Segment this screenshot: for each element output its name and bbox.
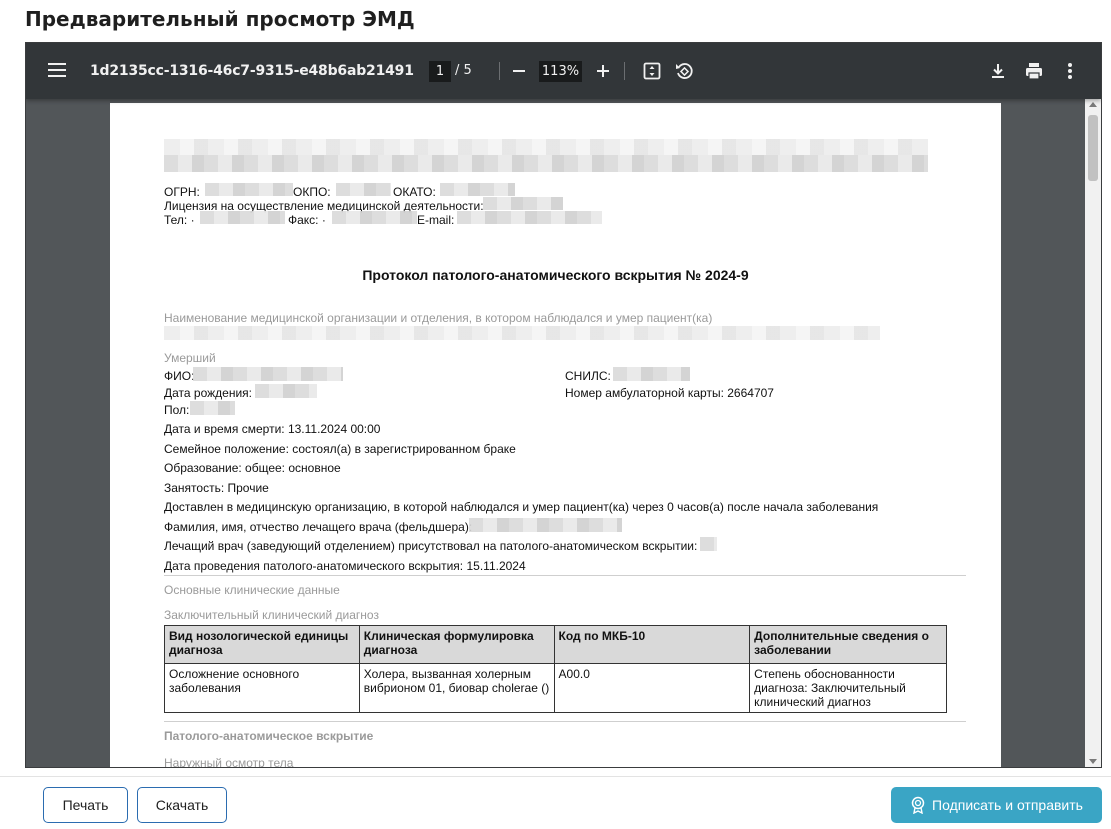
- table-header: Дополнительные сведения о заболевании: [749, 625, 947, 664]
- document-title: Протокол патолого-анатомического вскрыти…: [362, 267, 749, 283]
- download-icon: [992, 64, 1004, 78]
- tel-label: Тел: ·: [164, 213, 195, 227]
- table-row: Осложнение основного заболевания Холера,…: [164, 663, 947, 713]
- document-filename: 1d2135cc-1316-46c7-9315-e48b6ab21491: [90, 63, 414, 79]
- page-count: / 5: [455, 63, 472, 78]
- marital-status: Семейное положение: состоял(а) в зарегис…: [164, 442, 516, 456]
- email-label: E-mail:: [417, 213, 455, 227]
- death-date: Дата и время смерти: 13.11.2024 00:00: [164, 422, 381, 436]
- okato-label: ОКАТО:: [393, 185, 436, 199]
- viewer-toolbar: 1d2135cc-1316-46c7-9315-e48b6ab21491 1 /…: [26, 43, 1101, 99]
- doctor-label: Фамилия, имя, отчество лечащего врача (ф…: [164, 520, 473, 534]
- sign-and-send-button[interactable]: Подписать и отправить: [891, 787, 1102, 823]
- plus-icon: [597, 65, 609, 77]
- table-header: Клиническая формулировка диагноза: [358, 625, 555, 664]
- redacted-org-name: [164, 326, 880, 340]
- delivery-info: Доставлен в медицинскую организацию, в к…: [164, 500, 879, 514]
- download-button[interactable]: [986, 59, 1010, 83]
- autopsy-date: Дата проведения патолого-анатомического …: [164, 559, 526, 573]
- okpo-label: ОКПО:: [293, 185, 331, 199]
- redacted-value: [332, 211, 417, 224]
- redacted-value: [457, 211, 602, 224]
- table-header: Код по МКБ-10: [553, 625, 751, 664]
- sign-and-send-label: Подписать и отправить: [932, 797, 1083, 813]
- scroll-thumb[interactable]: [1088, 115, 1098, 181]
- table-cell: A00.0: [553, 663, 751, 713]
- viewer-scrollbar[interactable]: [1085, 99, 1101, 767]
- table-cell: Степень обоснованности диагноза: Заключи…: [749, 663, 947, 713]
- pdf-viewer[interactable]: 1d2135cc-1316-46c7-9315-e48b6ab21491 1 /…: [25, 42, 1102, 768]
- more-options-button[interactable]: [1058, 59, 1082, 83]
- certificate-badge-icon: [911, 796, 925, 814]
- employment: Занятость: Прочие: [164, 481, 269, 495]
- more-vertical-icon: [1068, 63, 1072, 79]
- page-title: Предварительный просмотр ЭМД: [25, 7, 415, 31]
- toolbar-divider: [624, 62, 625, 80]
- redacted-value: [440, 183, 515, 196]
- redacted-org-name: [164, 139, 928, 155]
- scroll-down-arrow-icon[interactable]: [1089, 759, 1097, 764]
- doctor-present-label: Лечащий врач (заведующий отделением) при…: [164, 539, 698, 553]
- scroll-up-arrow-icon[interactable]: [1089, 102, 1097, 107]
- card-number: Номер амбулаторной карты: 2664707: [565, 386, 774, 400]
- final-diagnosis-label: Заключительный клинический диагноз: [164, 608, 379, 622]
- document-page: ОГРН: ОКПО: ОКАТО: Лицензия на осуществл…: [110, 103, 1001, 768]
- education: Образование: общее: основное: [164, 461, 341, 475]
- dialog-footer: Печать Скачать Подписать и отправить: [0, 776, 1111, 829]
- redacted-org-name: [164, 155, 928, 172]
- fit-page-button[interactable]: [640, 59, 664, 83]
- fit-page-icon: [643, 62, 661, 80]
- deceased-section-label: Умерший: [164, 351, 216, 365]
- zoom-out-button[interactable]: [507, 59, 531, 83]
- org-section-label: Наименование медицинской организации и о…: [164, 311, 713, 325]
- redacted-value: [205, 183, 293, 196]
- table-header-row: Вид нозологической единицы диагноза Клин…: [164, 625, 947, 664]
- print-icon: [1026, 63, 1042, 80]
- table-cell: Осложнение основного заболевания: [164, 663, 360, 713]
- diagnosis-table: Вид нозологической единицы диагноза Клин…: [164, 625, 947, 713]
- redacted-value: [193, 367, 343, 381]
- redacted-value: [190, 401, 235, 415]
- print-button[interactable]: [1022, 59, 1046, 83]
- toolbar-divider: [499, 62, 500, 80]
- table-cell: Холера, вызванная холерным вибрионом 01,…: [358, 663, 555, 713]
- redacted-value: [200, 211, 285, 224]
- section-divider: [164, 575, 966, 576]
- external-exam-label: Наружный осмотр тела: [164, 756, 294, 768]
- fio-label: ФИО:: [164, 369, 195, 383]
- ogrn-label: ОГРН:: [164, 185, 200, 199]
- redacted-value: [336, 183, 391, 196]
- snils-label: СНИЛС:: [565, 369, 611, 383]
- autopsy-section-label: Патолого-анатомическое вскрытие: [164, 729, 374, 743]
- table-header: Вид нозологической единицы диагноза: [164, 625, 360, 664]
- redacted-value: [255, 384, 317, 398]
- redacted-value: [613, 367, 690, 381]
- redacted-value: [469, 518, 622, 532]
- current-page-input[interactable]: 1: [429, 61, 451, 82]
- redacted-value: [483, 197, 563, 210]
- clinical-section-label: Основные клинические данные: [164, 583, 340, 597]
- hamburger-menu-icon[interactable]: [48, 63, 66, 77]
- minus-icon: [513, 70, 525, 72]
- rotate-icon: [676, 63, 693, 79]
- fax-label: Факс: ·: [288, 213, 326, 227]
- zoom-level-input[interactable]: 113%: [539, 61, 582, 82]
- rotate-button[interactable]: [672, 59, 696, 83]
- birth-date-label: Дата рождения:: [164, 386, 252, 400]
- section-divider: [164, 721, 966, 722]
- download-document-button[interactable]: Скачать: [137, 787, 227, 823]
- redacted-value: [700, 537, 717, 551]
- sex-label: Пол:: [164, 403, 190, 417]
- zoom-in-button[interactable]: [591, 59, 615, 83]
- print-document-button[interactable]: Печать: [43, 787, 128, 823]
